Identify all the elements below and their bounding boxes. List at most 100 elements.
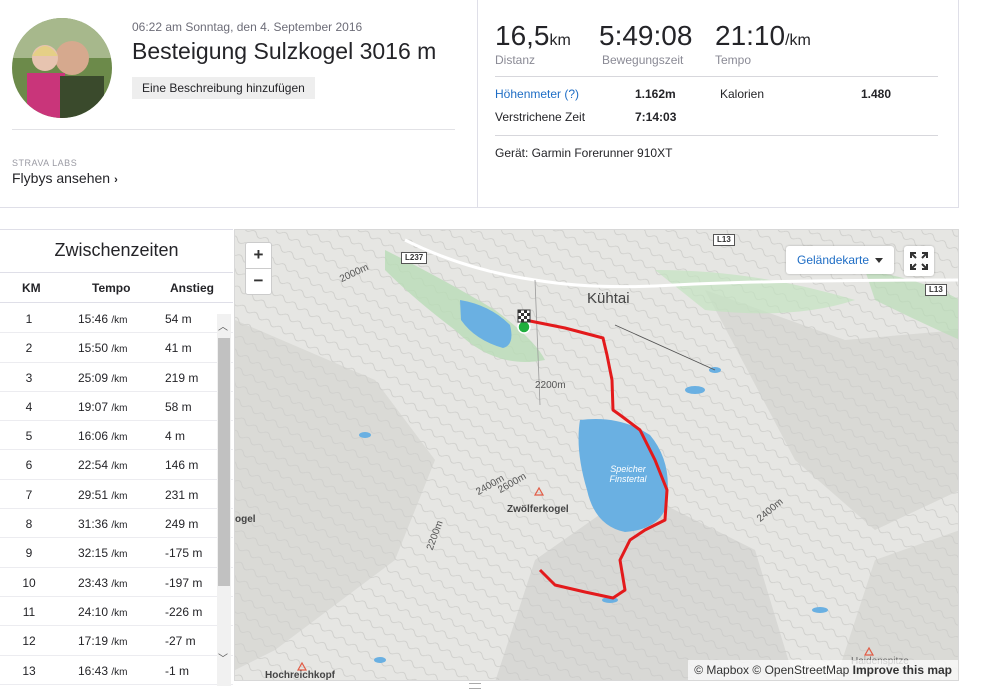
split-gain: 219 m [165, 370, 199, 385]
flybys-link[interactable]: Flybys ansehen › [12, 170, 118, 186]
split-gain: 41 m [165, 341, 192, 356]
split-pace-unit: /km [111, 373, 128, 385]
route-map[interactable]: Kühtai Speicher Finstertal Zwölferkogel … [234, 229, 959, 681]
split-pace: 32:15 /km [78, 546, 128, 561]
pace-value: 21:10 [715, 20, 786, 51]
split-km: 4 [25, 399, 33, 414]
distance-value: 16,5 [495, 20, 550, 51]
split-pace-unit: /km [111, 578, 128, 590]
split-pace-unit: /km [111, 637, 128, 649]
split-km: 2 [25, 341, 33, 356]
header-gain: Anstieg [170, 281, 215, 295]
table-row[interactable]: 13 16:43 /km -1 m [0, 656, 233, 685]
elevation-value: 1.162m [635, 87, 676, 101]
osm-link[interactable]: © OpenStreetMap [752, 663, 849, 677]
split-pace: 29:51 /km [78, 487, 128, 502]
add-description-button[interactable]: Eine Beschreibung hinzufügen [132, 77, 315, 99]
split-pace: 25:09 /km [78, 370, 128, 385]
resize-handle-icon[interactable] [469, 683, 481, 689]
split-gain: 231 m [165, 487, 199, 502]
map-layer-label: Geländekarte [797, 253, 870, 267]
table-row[interactable]: 12 17:19 /km -27 m [0, 626, 233, 656]
pace-label: Tempo [715, 53, 752, 67]
split-gain: 249 m [165, 517, 199, 532]
split-pace-unit: /km [111, 315, 128, 326]
split-pace-unit: /km [111, 461, 128, 473]
device-info: Gerät: Garmin Forerunner 910XT [495, 146, 673, 160]
split-pace: 15:50 /km [78, 341, 128, 356]
divider [12, 129, 455, 130]
split-km: 11 [22, 604, 36, 619]
athlete-avatar[interactable] [12, 18, 112, 118]
split-gain: 58 m [165, 399, 192, 414]
table-row[interactable]: 3 25:09 /km 219 m [0, 363, 233, 392]
split-pace-unit: /km [111, 490, 128, 502]
activity-page: 06:22 am Sonntag, den 4. September 2016 … [0, 0, 981, 690]
split-pace-unit: /km [111, 520, 128, 532]
table-row[interactable]: 11 24:10 /km -226 m [0, 597, 233, 627]
activity-header: 06:22 am Sonntag, den 4. September 2016 … [0, 0, 959, 208]
split-pace: 23:43 /km [78, 575, 128, 590]
split-pace-unit: /km [111, 549, 128, 561]
scrollbar-thumb[interactable] [218, 338, 230, 586]
table-row[interactable]: 5 16:06 /km 4 m [0, 421, 233, 451]
divider [495, 76, 938, 77]
split-km: 9 [25, 546, 33, 561]
table-row[interactable]: 4 19:07 /km 58 m [0, 392, 233, 422]
split-gain: 146 m [165, 458, 199, 473]
split-pace: 17:19 /km [78, 634, 128, 649]
distance-label: Distanz [495, 53, 536, 67]
fullscreen-button[interactable] [904, 246, 934, 276]
split-km: 6 [25, 458, 33, 473]
peak-label-zwoelferkogel: Zwölferkogel [507, 504, 569, 515]
stat-pace: 21:10/km Tempo [715, 20, 811, 67]
table-row[interactable]: 6 22:54 /km 146 m [0, 450, 233, 480]
table-row[interactable]: 9 32:15 /km -175 m [0, 538, 233, 568]
split-pace: 15:46 /km [78, 312, 128, 326]
split-km: 3 [25, 370, 33, 385]
table-row[interactable]: 2 15:50 /km 41 m [0, 333, 233, 363]
zoom-in-button[interactable]: + [246, 243, 271, 269]
moving-time-label: Bewegungszeit [602, 53, 684, 67]
map-attribution: © Mapbox © OpenStreetMap Improve this ma… [688, 660, 958, 680]
split-km: 8 [25, 517, 33, 532]
table-row[interactable]: 8 31:36 /km 249 m [0, 509, 233, 539]
scroll-down-icon[interactable]: ﹀ [218, 650, 228, 665]
split-pace-unit: /km [111, 344, 128, 356]
table-row[interactable]: 1 15:46 /km 54 m [0, 304, 233, 334]
splits-header-row: KM Tempo Anstieg [0, 273, 233, 303]
elevation-help-link[interactable]: Höhenmeter (?) [495, 87, 579, 101]
improve-map-link[interactable]: Improve this map [853, 663, 952, 677]
elapsed-time-label: Verstrichene Zeit [495, 110, 586, 124]
split-km: 5 [25, 429, 33, 444]
moving-time-value: 5:49:08 [599, 20, 693, 51]
split-pace-unit: /km [111, 432, 128, 444]
chevron-right-icon: › [114, 174, 118, 186]
map-layer-select[interactable]: Geländekarte [786, 246, 894, 274]
split-km: 7 [25, 487, 33, 502]
road-badge-l13: L13 [713, 234, 735, 246]
split-km: 13 [22, 663, 36, 678]
split-km: 12 [22, 634, 36, 649]
zoom-control: + − [245, 242, 272, 295]
split-km: 10 [22, 575, 36, 590]
divider [495, 135, 938, 136]
distance-unit: km [549, 32, 571, 49]
split-gain: -175 m [165, 546, 203, 561]
scroll-up-icon[interactable]: ︿ [218, 318, 228, 333]
header-km: KM [22, 281, 41, 295]
caret-down-icon [875, 258, 883, 263]
pace-unit: /km [785, 32, 811, 49]
zoom-out-button[interactable]: − [246, 269, 271, 295]
peak-label-hochreichkopf: Hochreichkopf [265, 670, 336, 681]
split-gain: -197 m [165, 575, 203, 590]
contour-label: 2200m [535, 380, 566, 391]
table-row[interactable]: 10 23:43 /km -197 m [0, 568, 233, 597]
flybys-label: Flybys ansehen [12, 170, 111, 186]
split-pace-unit: /km [111, 666, 128, 678]
stat-distance: 16,5km Distanz [495, 20, 571, 67]
town-label: Kühtai [587, 290, 630, 307]
split-pace: 24:10 /km [78, 604, 128, 619]
table-row[interactable]: 7 29:51 /km 231 m [0, 480, 233, 510]
mapbox-link[interactable]: © Mapbox [694, 663, 749, 677]
